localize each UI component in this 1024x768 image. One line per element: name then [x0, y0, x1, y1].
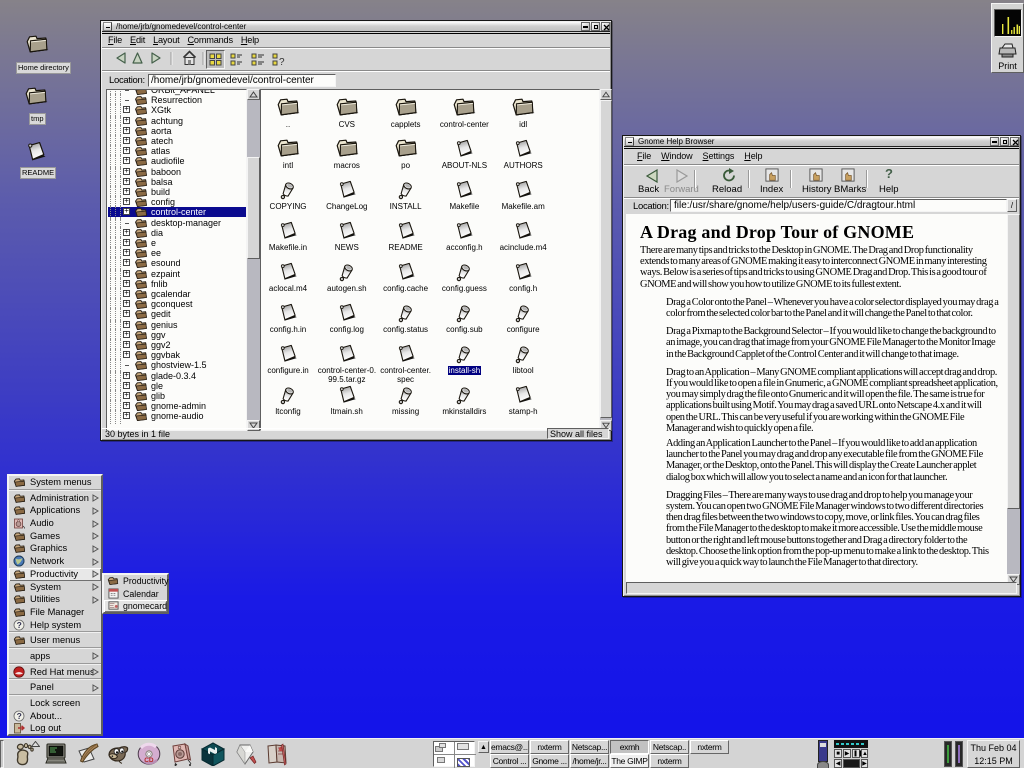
svg-text:?: ?: [279, 57, 285, 68]
